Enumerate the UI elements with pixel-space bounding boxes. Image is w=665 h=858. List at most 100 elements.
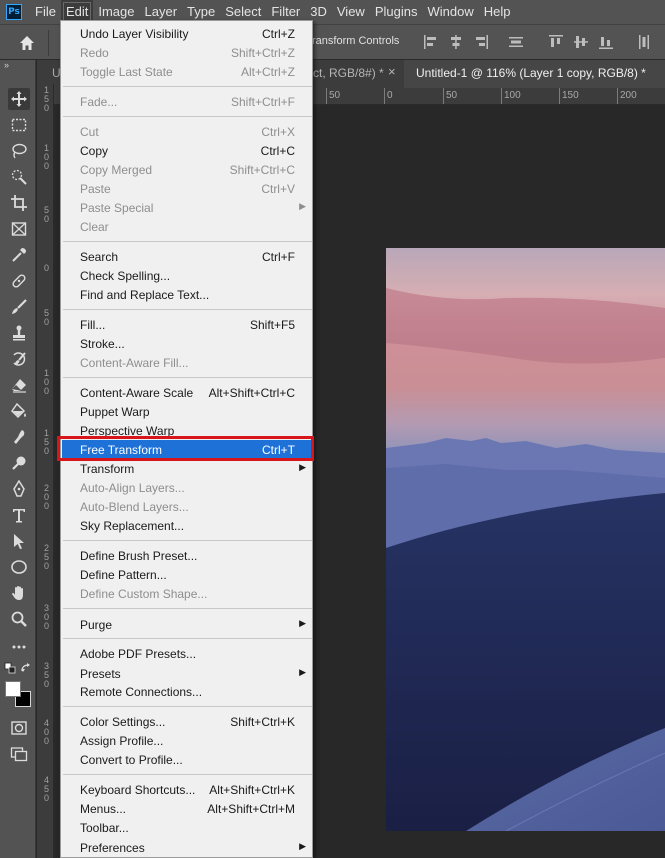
document-tab-2[interactable]: ct, RGB/8#) * [313, 66, 384, 80]
menu-item-assign-profile[interactable]: Assign Profile... [62, 731, 312, 750]
menu-item-search[interactable]: Search Ctrl+F [62, 247, 312, 266]
menu-item-find-and-replace-text[interactable]: Find and Replace Text... [62, 285, 312, 304]
menu-item-undo-layer-visibility[interactable]: Undo Layer Visibility Ctrl+Z [62, 24, 312, 43]
menu-item-define-brush-preset[interactable]: Define Brush Preset... [62, 546, 312, 565]
hand-icon[interactable] [8, 582, 30, 604]
submenu-arrow-icon: ▶ [299, 201, 306, 211]
zoom-icon[interactable] [8, 608, 30, 630]
menu-help[interactable]: Help [479, 0, 516, 24]
ruler-label: 4 0 0 [44, 718, 50, 746]
menu-item-color-settings[interactable]: Color Settings... Shift+Ctrl+K [62, 712, 312, 731]
collapse-panel-icon[interactable]: » [4, 60, 9, 70]
ruler-label: 1 5 0 [44, 428, 50, 456]
menu-item-adobe-pdf-presets[interactable]: Adobe PDF Presets... [62, 644, 312, 663]
menu-item-clear[interactable]: Clear [62, 217, 312, 236]
menu-item-paste-special[interactable]: Paste Special ▶ [62, 198, 312, 217]
menu-separator [63, 638, 312, 639]
menu-item-fill[interactable]: Fill... Shift+F5 [62, 315, 312, 334]
menu-item-remote-connections[interactable]: Remote Connections... [62, 682, 312, 701]
healing-brush-icon[interactable] [8, 270, 30, 292]
menu-item-fade[interactable]: Fade... Shift+Ctrl+F [62, 92, 312, 111]
show-transform-controls-label[interactable]: ransform Controls [312, 35, 399, 47]
submenu-arrow-icon: ▶ [299, 462, 306, 472]
menu-item-cut[interactable]: Cut Ctrl+X [62, 122, 312, 141]
pen-icon[interactable] [8, 478, 30, 500]
align-left-edges-icon[interactable] [422, 33, 440, 51]
menu-item-presets[interactable]: Presets ▶ [62, 664, 312, 683]
menu-item-transform[interactable]: Transform ▶ [62, 459, 312, 478]
paint-bucket-icon[interactable] [8, 400, 30, 422]
align-bottom-edges-icon[interactable] [597, 33, 615, 51]
path-selection-icon[interactable] [8, 530, 30, 552]
foreground-color-swatch[interactable] [5, 681, 21, 697]
menu-separator [63, 540, 312, 541]
rectangular-marquee-icon[interactable] [8, 114, 30, 136]
crop-icon[interactable] [8, 192, 30, 214]
menu-file[interactable]: File [30, 0, 61, 24]
align-vertical-centers-icon[interactable] [572, 33, 590, 51]
ruler-label: 200 [620, 90, 637, 101]
lasso-icon[interactable] [8, 140, 30, 162]
eraser-icon[interactable] [8, 374, 30, 396]
ruler-label: 4 5 0 [44, 775, 50, 803]
menu-item-define-custom-shape[interactable]: Define Custom Shape... [62, 584, 312, 603]
tab-close-icon[interactable]: × [388, 64, 396, 79]
move-tool-icon[interactable] [8, 88, 30, 110]
menu-item-toolbar[interactable]: Toolbar... [62, 818, 312, 837]
active-tab-label: Untitled-1 @ 116% (Layer 1 copy, RGB/8) … [416, 66, 646, 80]
align-right-edges-icon[interactable] [472, 33, 490, 51]
ruler-label: 3 5 0 [44, 661, 50, 689]
document-canvas-image[interactable] [386, 248, 665, 831]
menu-item-stroke[interactable]: Stroke... [62, 334, 312, 353]
ellipse-shape-icon[interactable] [8, 556, 30, 578]
menu-item-content-aware-fill[interactable]: Content-Aware Fill... [62, 353, 312, 372]
menu-item-auto-align-layers[interactable]: Auto-Align Layers... [62, 478, 312, 497]
menu-item-toggle-last-state[interactable]: Toggle Last State Alt+Ctrl+Z [62, 62, 312, 81]
menu-window[interactable]: Window [422, 0, 478, 24]
menu-item-content-aware-scale[interactable]: Content-Aware Scale Alt+Shift+Ctrl+C [62, 383, 312, 402]
menu-item-copy[interactable]: Copy Ctrl+C [62, 141, 312, 160]
distribute-horizontal-icon[interactable] [635, 33, 653, 51]
menu-view[interactable]: View [332, 0, 370, 24]
ruler-label: 2 0 0 [44, 483, 50, 511]
ruler-label: 150 [562, 90, 579, 101]
photoshop-logo[interactable]: Ps [6, 4, 22, 20]
align-top-edges-icon[interactable] [547, 33, 565, 51]
menu-item-define-pattern[interactable]: Define Pattern... [62, 565, 312, 584]
quick-selection-icon[interactable] [8, 166, 30, 188]
submenu-arrow-icon: ▶ [299, 618, 306, 628]
clone-stamp-icon[interactable] [8, 322, 30, 344]
menu-item-sky-replacement[interactable]: Sky Replacement... [62, 516, 312, 535]
menu-item-paste[interactable]: Paste Ctrl+V [62, 179, 312, 198]
align-horizontal-centers-icon[interactable] [447, 33, 465, 51]
eyedropper-icon[interactable] [8, 244, 30, 266]
ruler-label: 1 0 0 [44, 143, 50, 171]
quick-mask-icon[interactable] [10, 719, 28, 737]
dodge-icon[interactable] [8, 452, 30, 474]
menu-item-convert-to-profile[interactable]: Convert to Profile... [62, 750, 312, 769]
smudge-icon[interactable] [8, 426, 30, 448]
document-tab-active[interactable]: Untitled-1 @ 116% (Layer 1 copy, RGB/8) … [404, 60, 665, 88]
brush-icon[interactable] [8, 296, 30, 318]
distribute-vertical-icon[interactable] [507, 33, 525, 51]
history-brush-icon[interactable] [8, 348, 30, 370]
swap-colors-icon[interactable] [20, 662, 32, 674]
screen-mode-icon[interactable] [10, 745, 28, 763]
menu-plugins[interactable]: Plugins [370, 0, 423, 24]
frame-icon[interactable] [8, 218, 30, 240]
home-icon[interactable] [18, 34, 36, 52]
menu-item-preferences[interactable]: Preferences ▶ [62, 838, 312, 857]
menu-item-puppet-warp[interactable]: Puppet Warp [62, 402, 312, 421]
default-colors-icon[interactable] [4, 662, 16, 674]
menu-item-auto-blend-layers[interactable]: Auto-Blend Layers... [62, 497, 312, 516]
menu-item-menus[interactable]: Menus... Alt+Shift+Ctrl+M [62, 799, 312, 818]
ruler-label: 3 0 0 [44, 603, 50, 631]
menu-item-redo[interactable]: Redo Shift+Ctrl+Z [62, 43, 312, 62]
type-icon[interactable] [8, 504, 30, 526]
menu-item-copy-merged[interactable]: Copy Merged Shift+Ctrl+C [62, 160, 312, 179]
more-tools-icon[interactable] [8, 636, 30, 658]
menu-item-check-spelling[interactable]: Check Spelling... [62, 266, 312, 285]
menu-item-purge[interactable]: Purge ▶ [62, 615, 312, 634]
menu-item-keyboard-shortcuts[interactable]: Keyboard Shortcuts... Alt+Shift+Ctrl+K [62, 780, 312, 799]
ruler-tick [326, 88, 327, 104]
